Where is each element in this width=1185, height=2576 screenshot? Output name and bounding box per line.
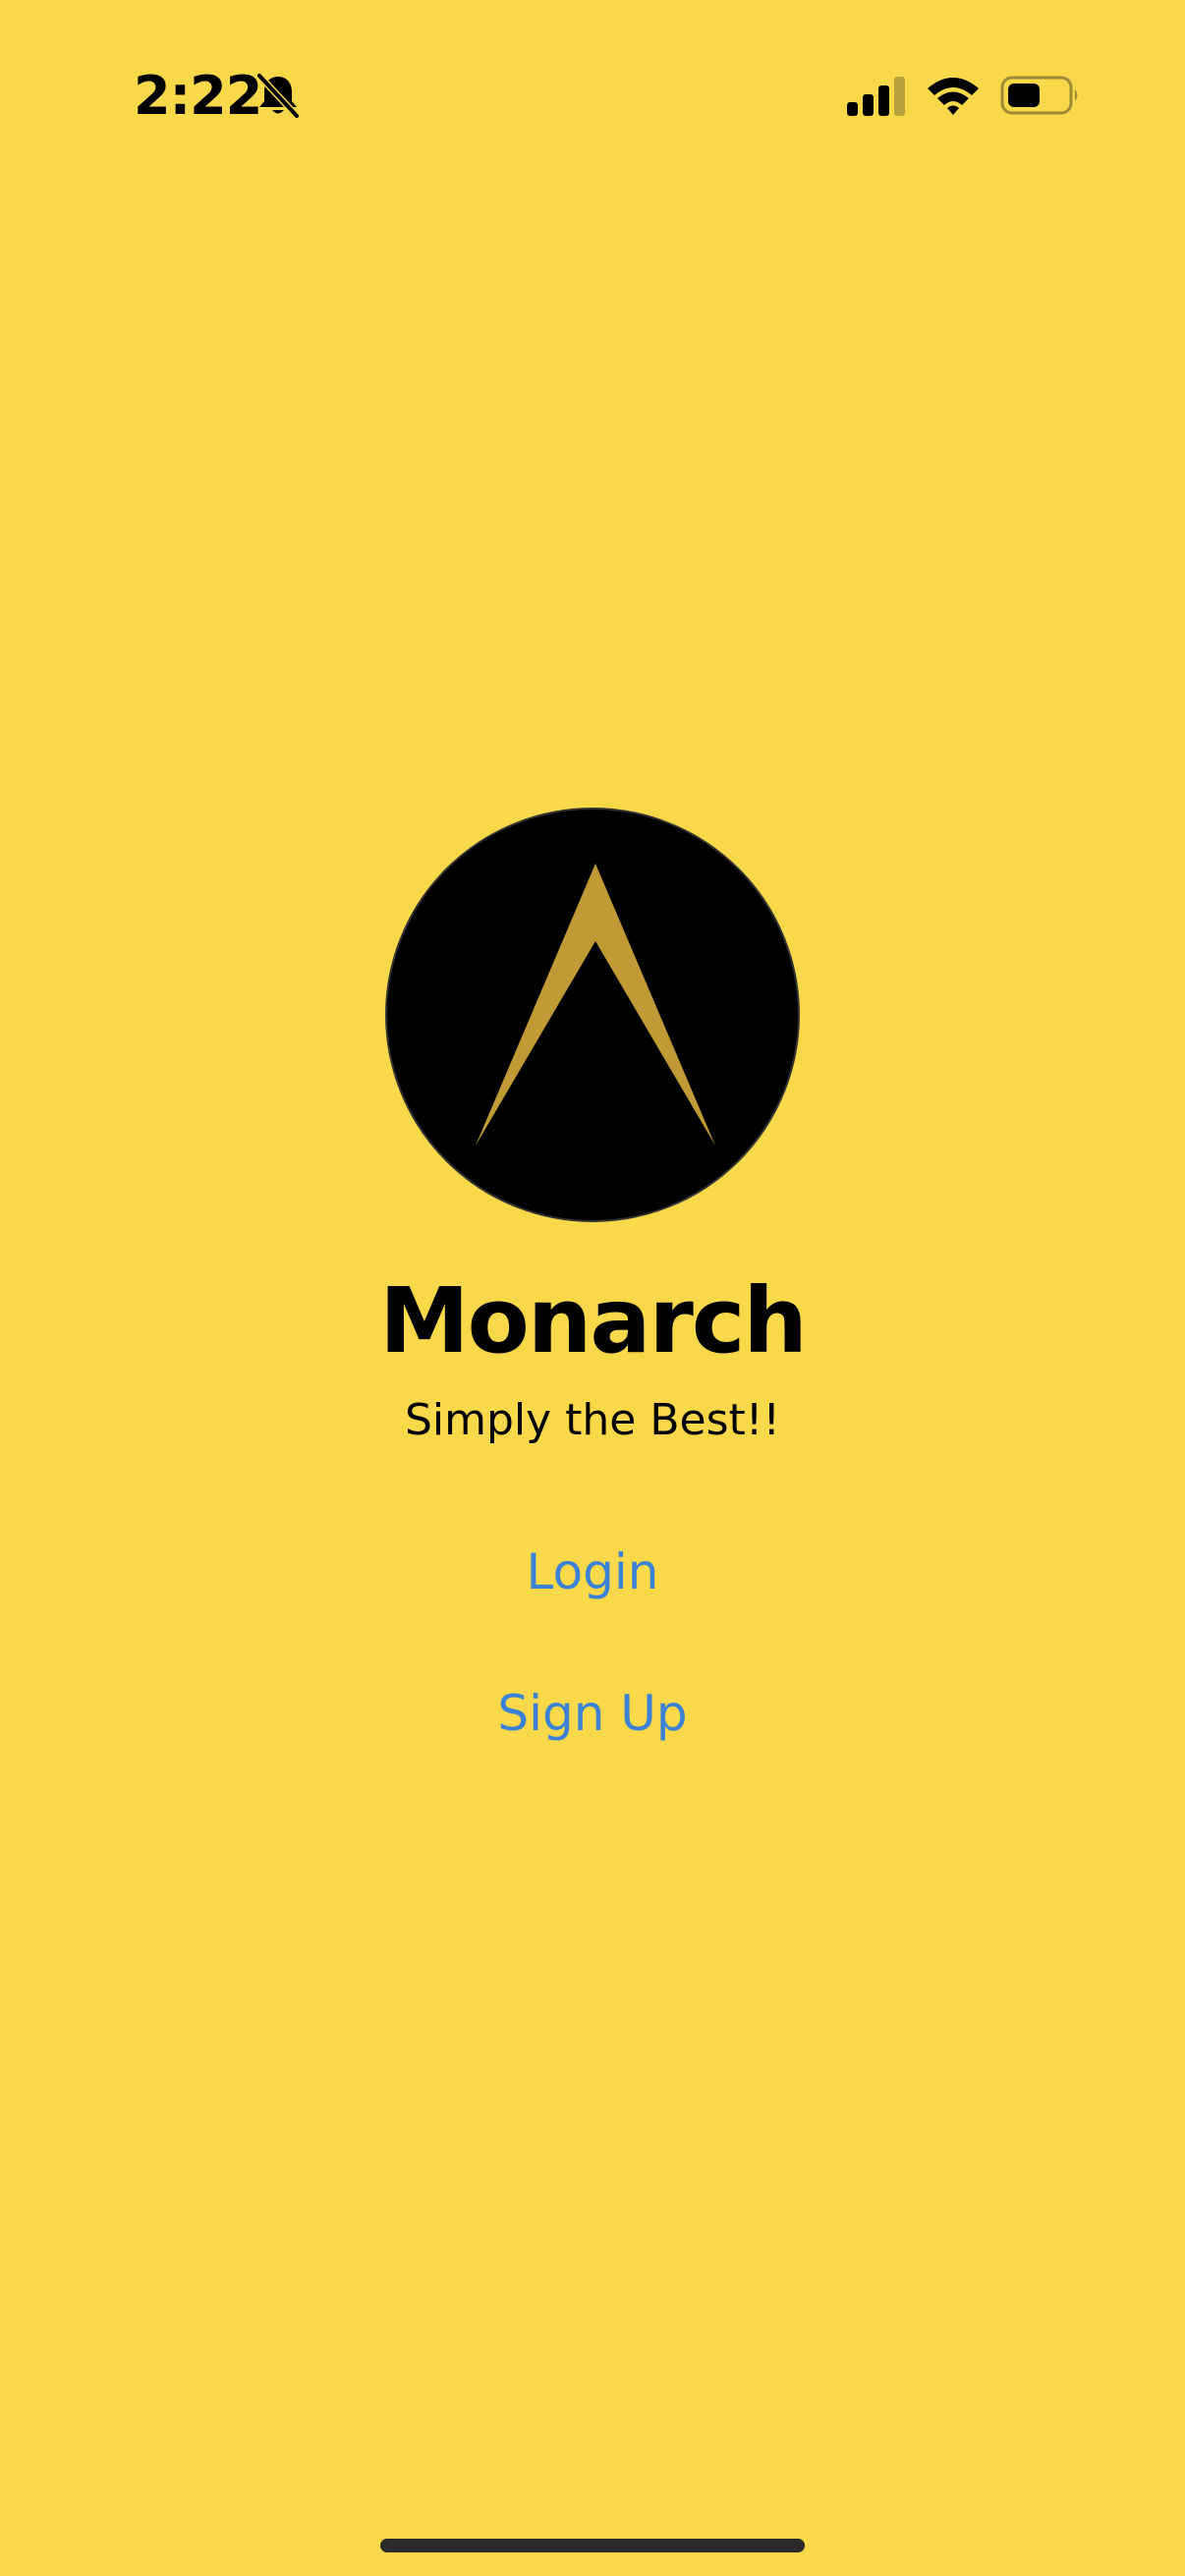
- login-button[interactable]: Login: [396, 1528, 789, 1616]
- app-tagline: Simply the Best!!: [404, 1395, 781, 1445]
- wifi-icon: [928, 78, 979, 115]
- monarch-chevron-logo: [385, 808, 800, 1222]
- status-bar: 2:22: [0, 0, 1185, 196]
- cellular-signal-icon: [847, 77, 905, 116]
- app-title: Monarch: [379, 1268, 808, 1373]
- status-time: 2:22: [134, 65, 262, 127]
- home-indicator[interactable]: [380, 2539, 805, 2552]
- battery-icon: [1000, 76, 1078, 115]
- bell-slash-icon: [256, 73, 300, 119]
- sign-up-button[interactable]: Sign Up: [396, 1669, 789, 1758]
- welcome-screen: 2:22 Monarch Simply the Best!! Login Sig…: [0, 0, 1185, 2576]
